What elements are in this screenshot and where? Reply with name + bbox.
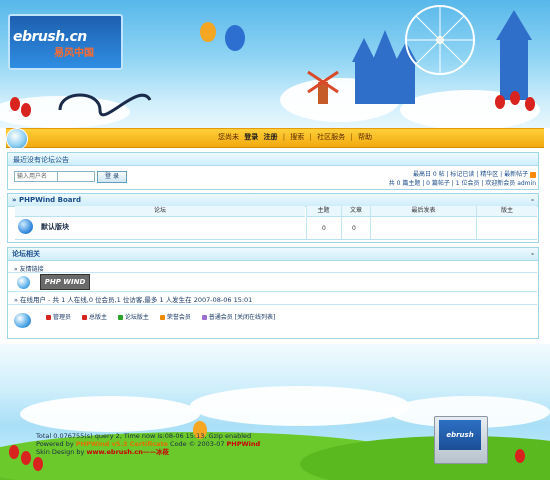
username-input[interactable]: 输入用户名 <box>14 171 58 182</box>
online-users-icon <box>14 313 31 328</box>
moderator-icon <box>117 315 123 320</box>
collapse-icon[interactable]: - <box>531 248 534 260</box>
table-row <box>15 217 537 240</box>
board-posts-count: 0 <box>352 225 356 232</box>
forum-stats-links: 最高日 0 帖 | 标记已读 | 精华区 | 最新帖子 <box>413 169 536 178</box>
collapse-icon[interactable]: - <box>531 194 534 206</box>
footer-info: Total 0.076755(s) query 2, Time now is:0… <box>36 432 260 456</box>
globe-icon <box>17 276 30 289</box>
col-moderator: 版主 <box>477 206 537 217</box>
col-topics: 主题 <box>306 206 341 217</box>
powered-by-link[interactable]: PHPWind v5.3 Certificate <box>76 440 168 448</box>
legend-super-mod: 总版主 <box>81 314 107 321</box>
nav-links: 您尚未 登录 注册 | 搜索 | 社区服务 | 帮助 <box>218 132 375 142</box>
nav-register-link[interactable]: 注册 <box>263 133 277 141</box>
friend-links-label: » 友情链接 <box>14 266 44 273</box>
home-icon[interactable] <box>6 128 28 150</box>
footer-skin-design: Skin Design by www.ebrush.cn——冰莜 <box>36 448 169 456</box>
footer-powered-by: Powered by PHPWind v5.3 Certificate Code… <box>36 440 261 448</box>
nav-services-link[interactable]: 社区服务 <box>317 133 345 141</box>
rss-icon[interactable] <box>530 171 536 178</box>
col-posts: 文章 <box>342 206 370 217</box>
board-topics-count: 0 <box>322 225 326 232</box>
forum-stats-summary: 共 0 篇主题 | 0 篇帖子 | 1 位会员 | 欢迎新会员 admin <box>388 180 536 187</box>
phpwind-link[interactable]: PHPWind <box>227 440 261 448</box>
nav-separator: | <box>309 133 312 141</box>
legend-mod: 论坛版主 <box>117 314 149 321</box>
nav-not-logged: 您尚未 <box>218 133 239 141</box>
divider <box>8 272 537 273</box>
legend-admin: 管理员 <box>46 314 71 321</box>
column-divider <box>370 206 371 239</box>
related-section-title: 论坛相关 <box>12 250 40 258</box>
board-status-icon <box>18 219 33 234</box>
honor-member-icon <box>159 315 165 320</box>
member-legend: 管理员 总版主 论坛版主 荣誉会员 普通会员 [关闭在线列表] <box>46 312 284 321</box>
related-panel: 论坛相关 - <box>7 247 539 339</box>
divider <box>8 304 537 305</box>
column-divider <box>476 206 477 239</box>
partner-logo-link[interactable]: PHP WIND <box>40 274 90 290</box>
login-button[interactable]: 登 录 <box>97 171 127 183</box>
legend-honor: 荣誉会员 <box>159 314 191 321</box>
col-last-post: 最后发表 <box>371 206 476 217</box>
column-divider <box>341 206 342 239</box>
column-divider <box>306 206 307 239</box>
skin-designer-link[interactable]: www.ebrush.cn——冰莜 <box>86 448 168 456</box>
online-users-summary: » 在线用户 - 共 1 人在线,0 位会员,1 位访客,最多 1 人发生在 2… <box>14 296 253 304</box>
monitor-logo: ebrush <box>439 420 481 450</box>
member-icon <box>201 315 207 320</box>
divider <box>8 291 537 292</box>
notice-head <box>8 153 538 166</box>
logo-text: ebrush.cn <box>13 29 87 45</box>
col-forum: 论坛 <box>15 206 305 217</box>
nav-help-link[interactable]: 帮助 <box>358 133 372 141</box>
stats-line-1[interactable]: 最高日 0 帖 | 标记已读 | 精华区 | 最新帖子 <box>413 171 528 178</box>
nav-separator: | <box>282 133 286 141</box>
logo-subtitle: 易风中国 <box>54 48 94 59</box>
password-input[interactable] <box>57 171 95 182</box>
board-section-title[interactable]: » PHPWind Board <box>12 196 81 204</box>
super-moderator-icon <box>81 315 87 320</box>
nav-separator: | <box>350 133 353 141</box>
legend-member[interactable]: 普通会员 [关闭在线列表] <box>201 314 275 321</box>
notice-title[interactable]: 最近没有论坛公告 <box>13 155 69 165</box>
nav-login-link[interactable]: 登录 <box>244 133 258 141</box>
nav-search-link[interactable]: 搜索 <box>290 133 304 141</box>
board-name-link[interactable]: 默认版块 <box>41 222 69 232</box>
related-panel-head: 论坛相关 - <box>8 248 538 261</box>
admin-icon <box>46 315 51 320</box>
footer-query-info: Total 0.076755(s) query 2, Time now is:0… <box>36 432 252 440</box>
